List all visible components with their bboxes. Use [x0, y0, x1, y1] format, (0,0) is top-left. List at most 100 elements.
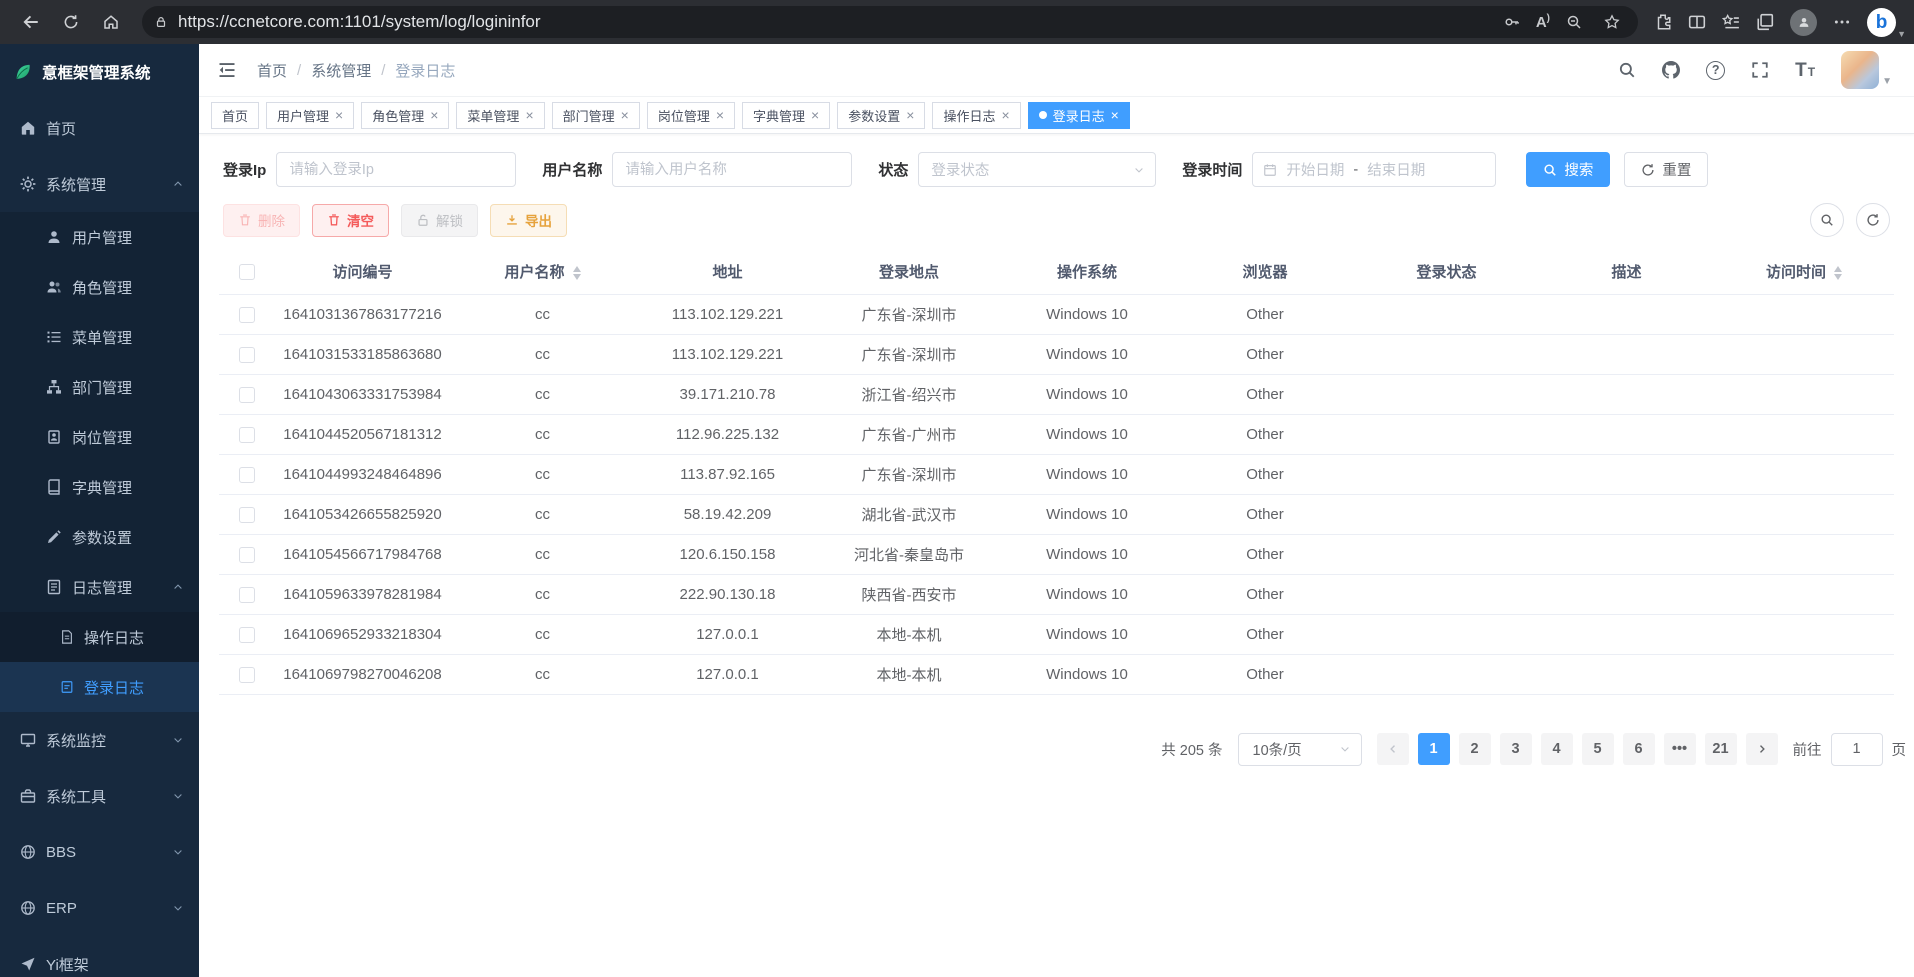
sidebar-item-menu-mgmt[interactable]: 菜单管理: [0, 312, 199, 362]
collections-icon[interactable]: [1756, 13, 1774, 31]
export-button[interactable]: 导出: [490, 204, 567, 237]
sort-icon[interactable]: [573, 266, 581, 280]
table-row[interactable]: 1641044520567181312 cc 112.96.225.132 广东…: [219, 414, 1894, 454]
tab-close-icon[interactable]: ×: [525, 108, 533, 122]
tab-menu-mgmt[interactable]: 菜单管理×: [456, 102, 544, 129]
search-button[interactable]: 搜索: [1526, 152, 1610, 187]
sidebar-item-dict-mgmt[interactable]: 字典管理: [0, 462, 199, 512]
sidebar-item-system[interactable]: 系统管理: [0, 156, 199, 212]
table-row[interactable]: 1641059633978281984 cc 222.90.130.18 陕西省…: [219, 574, 1894, 614]
table-row[interactable]: 1641069798270046208 cc 127.0.0.1 本地-本机 W…: [219, 654, 1894, 694]
sidebar-item-erp[interactable]: ERP: [0, 880, 199, 936]
breadcrumb-system[interactable]: 系统管理: [311, 60, 371, 81]
row-checkbox[interactable]: [239, 347, 255, 363]
sidebar-item-role-mgmt[interactable]: 角色管理: [0, 262, 199, 312]
prev-page-button[interactable]: [1377, 733, 1409, 765]
sidebar-item-yi-framework[interactable]: Yi框架: [0, 936, 199, 977]
app-logo[interactable]: 意框架管理系统: [0, 44, 199, 100]
clear-button[interactable]: 清空: [312, 204, 389, 237]
split-screen-icon[interactable]: [1688, 13, 1706, 31]
sidebar-item-user-mgmt[interactable]: 用户管理: [0, 212, 199, 262]
tab-close-icon[interactable]: ×: [1111, 108, 1119, 122]
row-checkbox[interactable]: [239, 467, 255, 483]
tab-close-icon[interactable]: ×: [811, 108, 819, 122]
font-size-icon[interactable]: TT: [1795, 61, 1815, 80]
search-icon[interactable]: [1618, 61, 1636, 79]
read-aloud-icon[interactable]: A): [1536, 14, 1550, 31]
browser-refresh-button[interactable]: [52, 4, 90, 40]
sidebar-item-login-log[interactable]: 登录日志: [0, 662, 199, 712]
sidebar-item-bbs[interactable]: BBS: [0, 824, 199, 880]
url-text[interactable]: https://ccnetcore.com:1101/system/log/lo…: [178, 12, 1488, 32]
sidebar-item-monitor[interactable]: 系统监控: [0, 712, 199, 768]
table-row[interactable]: 1641031533185863680 cc 113.102.129.221 广…: [219, 334, 1894, 374]
tab-login-log[interactable]: 登录日志×: [1028, 102, 1130, 129]
next-page-button[interactable]: [1746, 733, 1778, 765]
browser-profile-avatar[interactable]: [1790, 9, 1817, 36]
browser-more-icon[interactable]: [1833, 13, 1851, 31]
sort-icon[interactable]: [1834, 266, 1842, 280]
sidebar-item-dept-mgmt[interactable]: 部门管理: [0, 362, 199, 412]
row-checkbox[interactable]: [239, 507, 255, 523]
row-checkbox[interactable]: [239, 307, 255, 323]
tab-close-icon[interactable]: ×: [430, 108, 438, 122]
page-button-2[interactable]: 2: [1459, 733, 1491, 765]
user-name-input[interactable]: [612, 152, 852, 187]
login-ip-input[interactable]: [276, 152, 516, 187]
tab-operation-log[interactable]: 操作日志×: [932, 102, 1020, 129]
delete-button[interactable]: 删除: [223, 204, 300, 237]
row-checkbox[interactable]: [239, 667, 255, 683]
sidebar-item-tools[interactable]: 系统工具: [0, 768, 199, 824]
tab-dict-mgmt[interactable]: 字典管理×: [742, 102, 830, 129]
site-info-lock-icon[interactable]: [154, 15, 168, 29]
bing-copilot-icon[interactable]: b ▼: [1867, 8, 1896, 37]
page-button-5[interactable]: 5: [1582, 733, 1614, 765]
table-row[interactable]: 1641069652933218304 cc 127.0.0.1 本地-本机 W…: [219, 614, 1894, 654]
favorites-star-icon[interactable]: [1598, 8, 1626, 36]
help-icon[interactable]: ?: [1706, 61, 1725, 80]
select-all-checkbox[interactable]: [239, 264, 255, 280]
table-row[interactable]: 1641044993248464896 cc 113.87.92.165 广东省…: [219, 454, 1894, 494]
page-button-6[interactable]: 6: [1623, 733, 1655, 765]
breadcrumb-home[interactable]: 首页: [257, 60, 287, 81]
table-row[interactable]: 1641054566717984768 cc 120.6.150.158 河北省…: [219, 534, 1894, 574]
tab-dept-mgmt[interactable]: 部门管理×: [552, 102, 640, 129]
table-row[interactable]: 1641043063331753984 cc 39.171.210.78 浙江省…: [219, 374, 1894, 414]
password-key-icon[interactable]: [1498, 8, 1526, 36]
tab-role-mgmt[interactable]: 角色管理×: [361, 102, 449, 129]
tab-home[interactable]: 首页: [211, 102, 259, 129]
tab-close-icon[interactable]: ×: [1001, 108, 1009, 122]
favorites-hub-icon[interactable]: [1722, 13, 1740, 31]
github-icon[interactable]: [1662, 61, 1680, 79]
table-row[interactable]: 1641031367863177216 cc 113.102.129.221 广…: [219, 294, 1894, 334]
address-bar[interactable]: https://ccnetcore.com:1101/system/log/lo…: [142, 6, 1638, 38]
unlock-button[interactable]: 解锁: [401, 204, 478, 237]
tab-param-settings[interactable]: 参数设置×: [837, 102, 925, 129]
reset-button[interactable]: 重置: [1624, 152, 1708, 187]
more-pages-button[interactable]: •••: [1664, 733, 1696, 765]
page-button-1[interactable]: 1: [1418, 733, 1450, 765]
tab-close-icon[interactable]: ×: [716, 108, 724, 122]
sidebar-item-home[interactable]: 首页: [0, 100, 199, 156]
table-row[interactable]: 1641053426655825920 cc 58.19.42.209 湖北省-…: [219, 494, 1894, 534]
tab-user-mgmt[interactable]: 用户管理×: [266, 102, 354, 129]
tab-close-icon[interactable]: ×: [906, 108, 914, 122]
row-checkbox[interactable]: [239, 427, 255, 443]
row-checkbox[interactable]: [239, 387, 255, 403]
collapse-sidebar-icon[interactable]: [213, 56, 241, 84]
refresh-table-button[interactable]: [1856, 203, 1890, 237]
show-search-toggle-button[interactable]: [1810, 203, 1844, 237]
sidebar-item-operation-log[interactable]: 操作日志: [0, 612, 199, 662]
browser-home-button[interactable]: [92, 4, 130, 40]
user-menu[interactable]: ▼: [1841, 51, 1892, 89]
row-checkbox[interactable]: [239, 627, 255, 643]
tab-post-mgmt[interactable]: 岗位管理×: [647, 102, 735, 129]
tab-close-icon[interactable]: ×: [621, 108, 629, 122]
extensions-icon[interactable]: [1654, 13, 1672, 31]
goto-page-input[interactable]: [1831, 733, 1883, 766]
page-size-select[interactable]: 10条/页: [1238, 733, 1362, 766]
page-button-21[interactable]: 21: [1705, 733, 1737, 765]
page-button-3[interactable]: 3: [1500, 733, 1532, 765]
page-button-4[interactable]: 4: [1541, 733, 1573, 765]
fullscreen-icon[interactable]: [1751, 61, 1769, 79]
